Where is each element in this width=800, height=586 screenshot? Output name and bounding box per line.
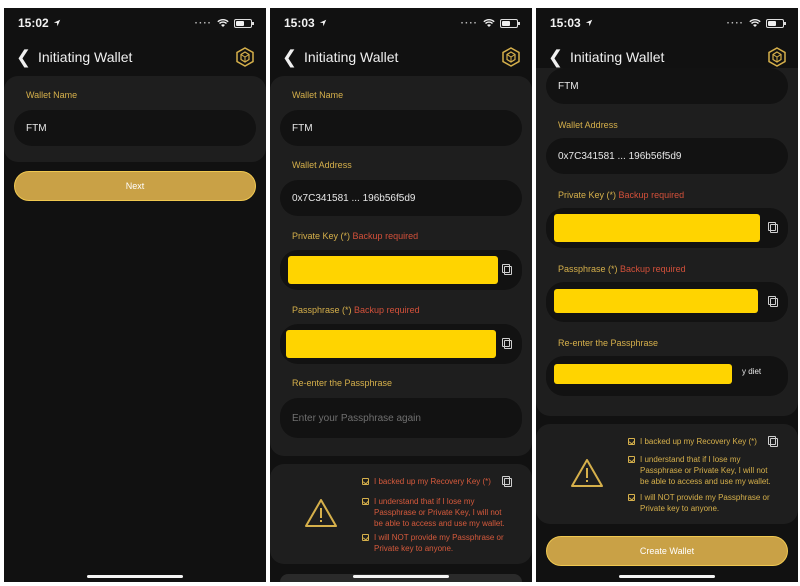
- confirm-checkbox-3[interactable]: I will NOT provide my Passphrase or Priv…: [362, 532, 508, 554]
- checkbox[interactable]: [362, 478, 369, 485]
- page-title: Initiating Wallet: [570, 49, 665, 65]
- checkbox[interactable]: [362, 534, 369, 541]
- redacted-passphrase: [554, 289, 758, 313]
- signal-dots-icon: ····: [194, 17, 212, 29]
- status-bar: 15:02 ····: [4, 8, 266, 38]
- create-wallet-button[interactable]: Create Wallet: [546, 536, 788, 566]
- wallet-address-field: 0x7C341581 ... 196b56f5d9: [280, 180, 522, 216]
- copy-icon[interactable]: [768, 296, 778, 307]
- reenter-passphrase-input[interactable]: Enter your Passphrase again: [280, 398, 522, 438]
- redacted-passphrase: [286, 330, 496, 358]
- wallet-form-card-scrolled: FTM Wallet Address 0x7C341581 ... 196b56…: [536, 68, 798, 416]
- passphrase-field: [280, 324, 522, 364]
- passphrase-label: Passphrase (*) Backup required: [558, 264, 686, 274]
- phone-screen-3: 15:03 ···· ❮ Initiating Wallet FTM Walle…: [536, 8, 798, 582]
- copy-icon[interactable]: [767, 436, 778, 447]
- redacted-private-key: [554, 214, 760, 242]
- wallet-name-input[interactable]: FTM: [546, 68, 788, 104]
- passphrase-field: [546, 282, 788, 322]
- status-time: 15:03: [550, 16, 581, 30]
- wifi-icon: [483, 18, 495, 27]
- chevron-left-icon[interactable]: ❮: [282, 48, 298, 66]
- copy-icon[interactable]: [502, 338, 512, 349]
- private-key-label: Private Key (*) Backup required: [292, 231, 419, 241]
- status-bar: 15:03 ····: [270, 8, 532, 38]
- copy-icon[interactable]: [768, 222, 778, 233]
- wallet-form-card: Wallet Name FTM Wallet Address 0x7C34158…: [270, 76, 532, 456]
- confirmation-card: I backed up my Recovery Key (*) I unders…: [536, 424, 798, 524]
- chevron-left-icon[interactable]: ❮: [16, 48, 32, 66]
- wallet-name-input[interactable]: FTM: [14, 110, 256, 146]
- confirm-checkbox-2[interactable]: I understand that if I lose my Passphras…: [628, 454, 778, 487]
- phone-screen-1: 15:02 ···· ❮ Initiating Wallet Wallet Na…: [4, 8, 266, 582]
- confirmation-card: I backed up my Recovery Key (*) I unders…: [270, 464, 532, 564]
- phone-screen-2: 15:03 ···· ❮ Initiating Wallet Wallet Na…: [270, 8, 532, 582]
- battery-icon: [766, 18, 786, 28]
- wifi-icon: [217, 18, 229, 27]
- hexagon-logo-icon: [502, 47, 520, 67]
- confirm-checkbox-3[interactable]: I will NOT provide my Passphrase or Priv…: [628, 492, 774, 514]
- private-key-field: [280, 250, 522, 290]
- wallet-name-label: Wallet Name: [292, 90, 344, 100]
- warning-triangle-icon: [305, 499, 337, 527]
- copy-icon[interactable]: [501, 476, 512, 487]
- status-bar: 15:03 ····: [536, 8, 798, 38]
- chevron-left-icon[interactable]: ❮: [548, 48, 564, 66]
- location-arrow-icon: [53, 19, 60, 27]
- passphrase-label: Passphrase (*) Backup required: [292, 305, 420, 315]
- page-title: Initiating Wallet: [304, 49, 399, 65]
- reenter-passphrase-label: Re-enter the Passphrase: [558, 338, 659, 348]
- status-time: 15:03: [284, 16, 315, 30]
- confirm-checkbox-1[interactable]: I backed up my Recovery Key (*): [362, 476, 522, 487]
- wifi-icon: [749, 18, 761, 27]
- home-indicator: [87, 575, 183, 578]
- wallet-address-label: Wallet Address: [558, 120, 618, 130]
- wallet-address-label: Wallet Address: [292, 160, 352, 170]
- private-key-label: Private Key (*) Backup required: [558, 190, 685, 200]
- checkbox[interactable]: [362, 498, 369, 505]
- redacted-reentered-passphrase: [554, 364, 732, 384]
- checkbox[interactable]: [628, 438, 635, 445]
- checkbox[interactable]: [628, 456, 635, 463]
- hexagon-logo-icon: [236, 47, 254, 67]
- signal-dots-icon: ····: [726, 17, 744, 29]
- home-indicator: [353, 575, 449, 578]
- confirm-checkbox-2[interactable]: I understand that if I lose my Passphras…: [362, 496, 508, 529]
- confirm-checkbox-1[interactable]: I backed up my Recovery Key (*): [628, 436, 788, 447]
- wallet-address-field: 0x7C341581 ... 196b56f5d9: [546, 138, 788, 174]
- checkbox[interactable]: [628, 494, 635, 501]
- private-key-field: [546, 208, 788, 248]
- battery-icon: [234, 18, 254, 28]
- next-button[interactable]: Next: [14, 171, 256, 201]
- copy-icon[interactable]: [502, 264, 512, 275]
- reenter-passphrase-label: Re-enter the Passphrase: [292, 378, 393, 388]
- home-indicator: [619, 575, 715, 578]
- wallet-name-label: Wallet Name: [26, 90, 78, 100]
- status-time: 15:02: [18, 16, 49, 30]
- redacted-private-key: [288, 256, 498, 284]
- location-arrow-icon: [585, 19, 592, 27]
- signal-dots-icon: ····: [460, 17, 478, 29]
- nav-bar: ❮ Initiating Wallet: [4, 38, 266, 76]
- page-title: Initiating Wallet: [38, 49, 133, 65]
- wallet-name-input[interactable]: FTM: [280, 110, 522, 146]
- nav-bar: ❮ Initiating Wallet: [270, 38, 532, 76]
- warning-triangle-icon: [571, 459, 603, 487]
- battery-icon: [500, 18, 520, 28]
- hexagon-logo-icon: [768, 47, 786, 67]
- reenter-passphrase-input[interactable]: y diet: [546, 356, 788, 396]
- wallet-name-card: Wallet Name FTM: [4, 76, 266, 162]
- location-arrow-icon: [319, 19, 326, 27]
